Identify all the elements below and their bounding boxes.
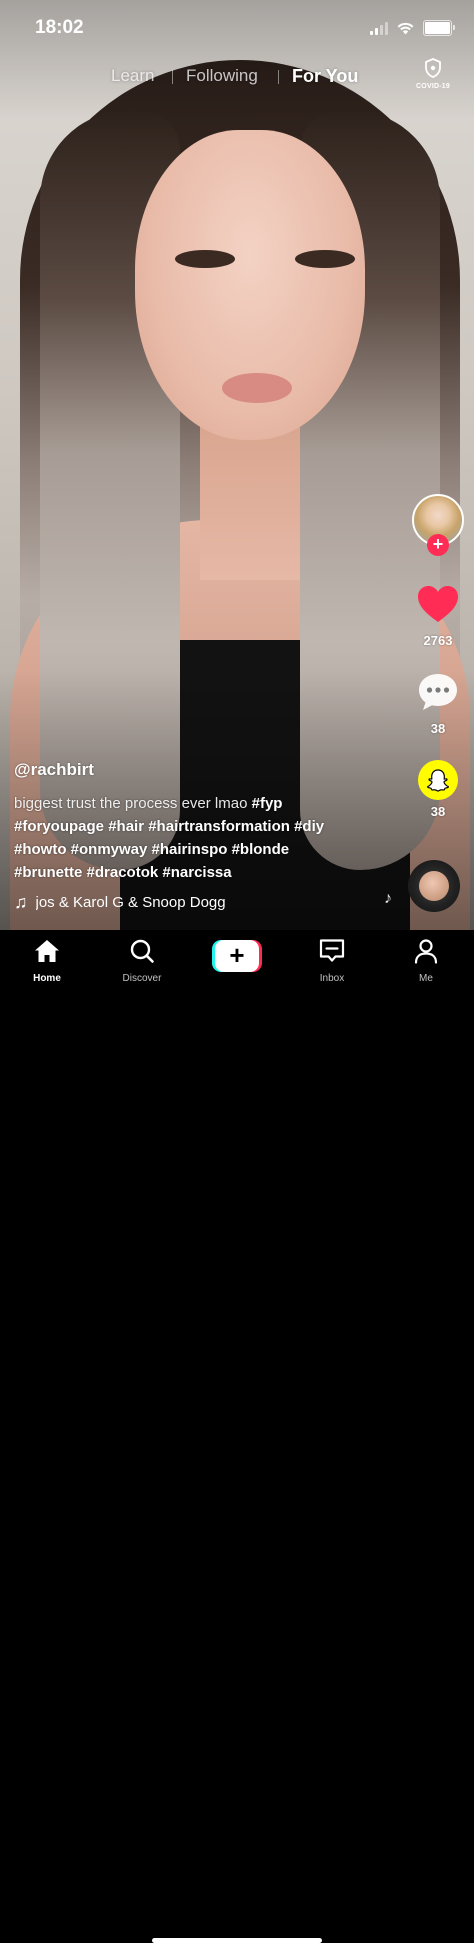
- music-note-icon: ♫: [14, 891, 28, 912]
- top-feed-tabs: Learn Following For You: [0, 62, 474, 92]
- tab-for-you[interactable]: For You: [292, 66, 358, 87]
- profile-icon: [414, 939, 438, 964]
- comment-bubble-icon[interactable]: [417, 672, 459, 712]
- nav-me[interactable]: Me: [391, 938, 461, 984]
- music-track-name[interactable]: jos & Karol G & Snoop Dogg: [36, 894, 251, 911]
- plus-icon: +: [215, 940, 259, 972]
- music-disc-cover: [419, 871, 449, 901]
- caption-text: biggest trust the process ever lmao: [14, 795, 248, 812]
- nav-home-label: Home: [33, 973, 61, 984]
- status-bar: 18:02: [0, 0, 474, 56]
- create-video-button[interactable]: +: [212, 940, 262, 972]
- music-info[interactable]: ♫ jos & Karol G & Snoop Dogg: [14, 890, 254, 914]
- inbox-icon: [319, 939, 345, 962]
- bottom-nav: Home Discover + Inbox Me: [0, 930, 474, 1943]
- hashtag[interactable]: #fyp: [252, 795, 283, 812]
- snapchat-icon[interactable]: [418, 760, 458, 800]
- cellular-signal-icon: [370, 21, 388, 35]
- hashtag[interactable]: #howto: [14, 841, 67, 858]
- like-button[interactable]: 2763: [410, 584, 466, 648]
- music-note-icon: ♪: [384, 890, 392, 907]
- nav-inbox-label: Inbox: [319, 973, 345, 984]
- hashtag[interactable]: #narcissa: [162, 864, 231, 881]
- home-indicator[interactable]: [152, 1938, 322, 1943]
- comment-count: 38: [430, 721, 446, 736]
- hashtag[interactable]: #hair: [108, 818, 144, 835]
- wifi-icon: [397, 22, 414, 34]
- follow-plus-icon[interactable]: +: [427, 534, 449, 556]
- shield-icon: [425, 58, 441, 78]
- tab-learn[interactable]: Learn: [111, 66, 154, 86]
- nav-inbox[interactable]: Inbox: [297, 938, 367, 984]
- tab-divider: [172, 70, 173, 84]
- heart-icon[interactable]: [416, 584, 460, 624]
- share-snapchat-button[interactable]: 38: [410, 760, 466, 819]
- hashtag[interactable]: #foryoupage: [14, 818, 104, 835]
- caption-description: biggest trust the process ever lmao #fyp…: [14, 792, 374, 884]
- hashtag[interactable]: #onmyway: [71, 841, 148, 858]
- nav-home[interactable]: Home: [12, 938, 82, 984]
- tab-divider: [278, 70, 279, 84]
- like-count: 2763: [423, 633, 453, 648]
- creator-avatar-button[interactable]: +: [410, 494, 466, 564]
- covid-label: COVID-19: [416, 83, 450, 90]
- comment-button[interactable]: 38: [410, 672, 466, 736]
- nav-discover[interactable]: Discover: [107, 938, 177, 984]
- covid-info-button[interactable]: COVID-19: [410, 58, 456, 90]
- hashtag[interactable]: #diy: [294, 818, 324, 835]
- nav-discover-label: Discover: [122, 973, 162, 984]
- hashtag[interactable]: #blonde: [232, 841, 290, 858]
- tab-following[interactable]: Following: [186, 66, 258, 86]
- status-time: 18:02: [35, 17, 84, 38]
- hashtag[interactable]: #dracotok: [87, 864, 159, 881]
- hashtag[interactable]: #hairinspo: [152, 841, 228, 858]
- video-caption: @rachbirt biggest trust the process ever…: [14, 760, 374, 884]
- hashtag[interactable]: #hairtransformation: [148, 818, 290, 835]
- nav-me-label: Me: [419, 973, 433, 984]
- home-icon: [35, 940, 59, 962]
- author-handle[interactable]: @rachbirt: [14, 760, 374, 780]
- music-disc-button[interactable]: [408, 860, 460, 912]
- search-icon: [130, 939, 154, 963]
- battery-icon: [423, 20, 455, 36]
- share-count: 38: [430, 804, 446, 819]
- hashtag[interactable]: #brunette: [14, 864, 82, 881]
